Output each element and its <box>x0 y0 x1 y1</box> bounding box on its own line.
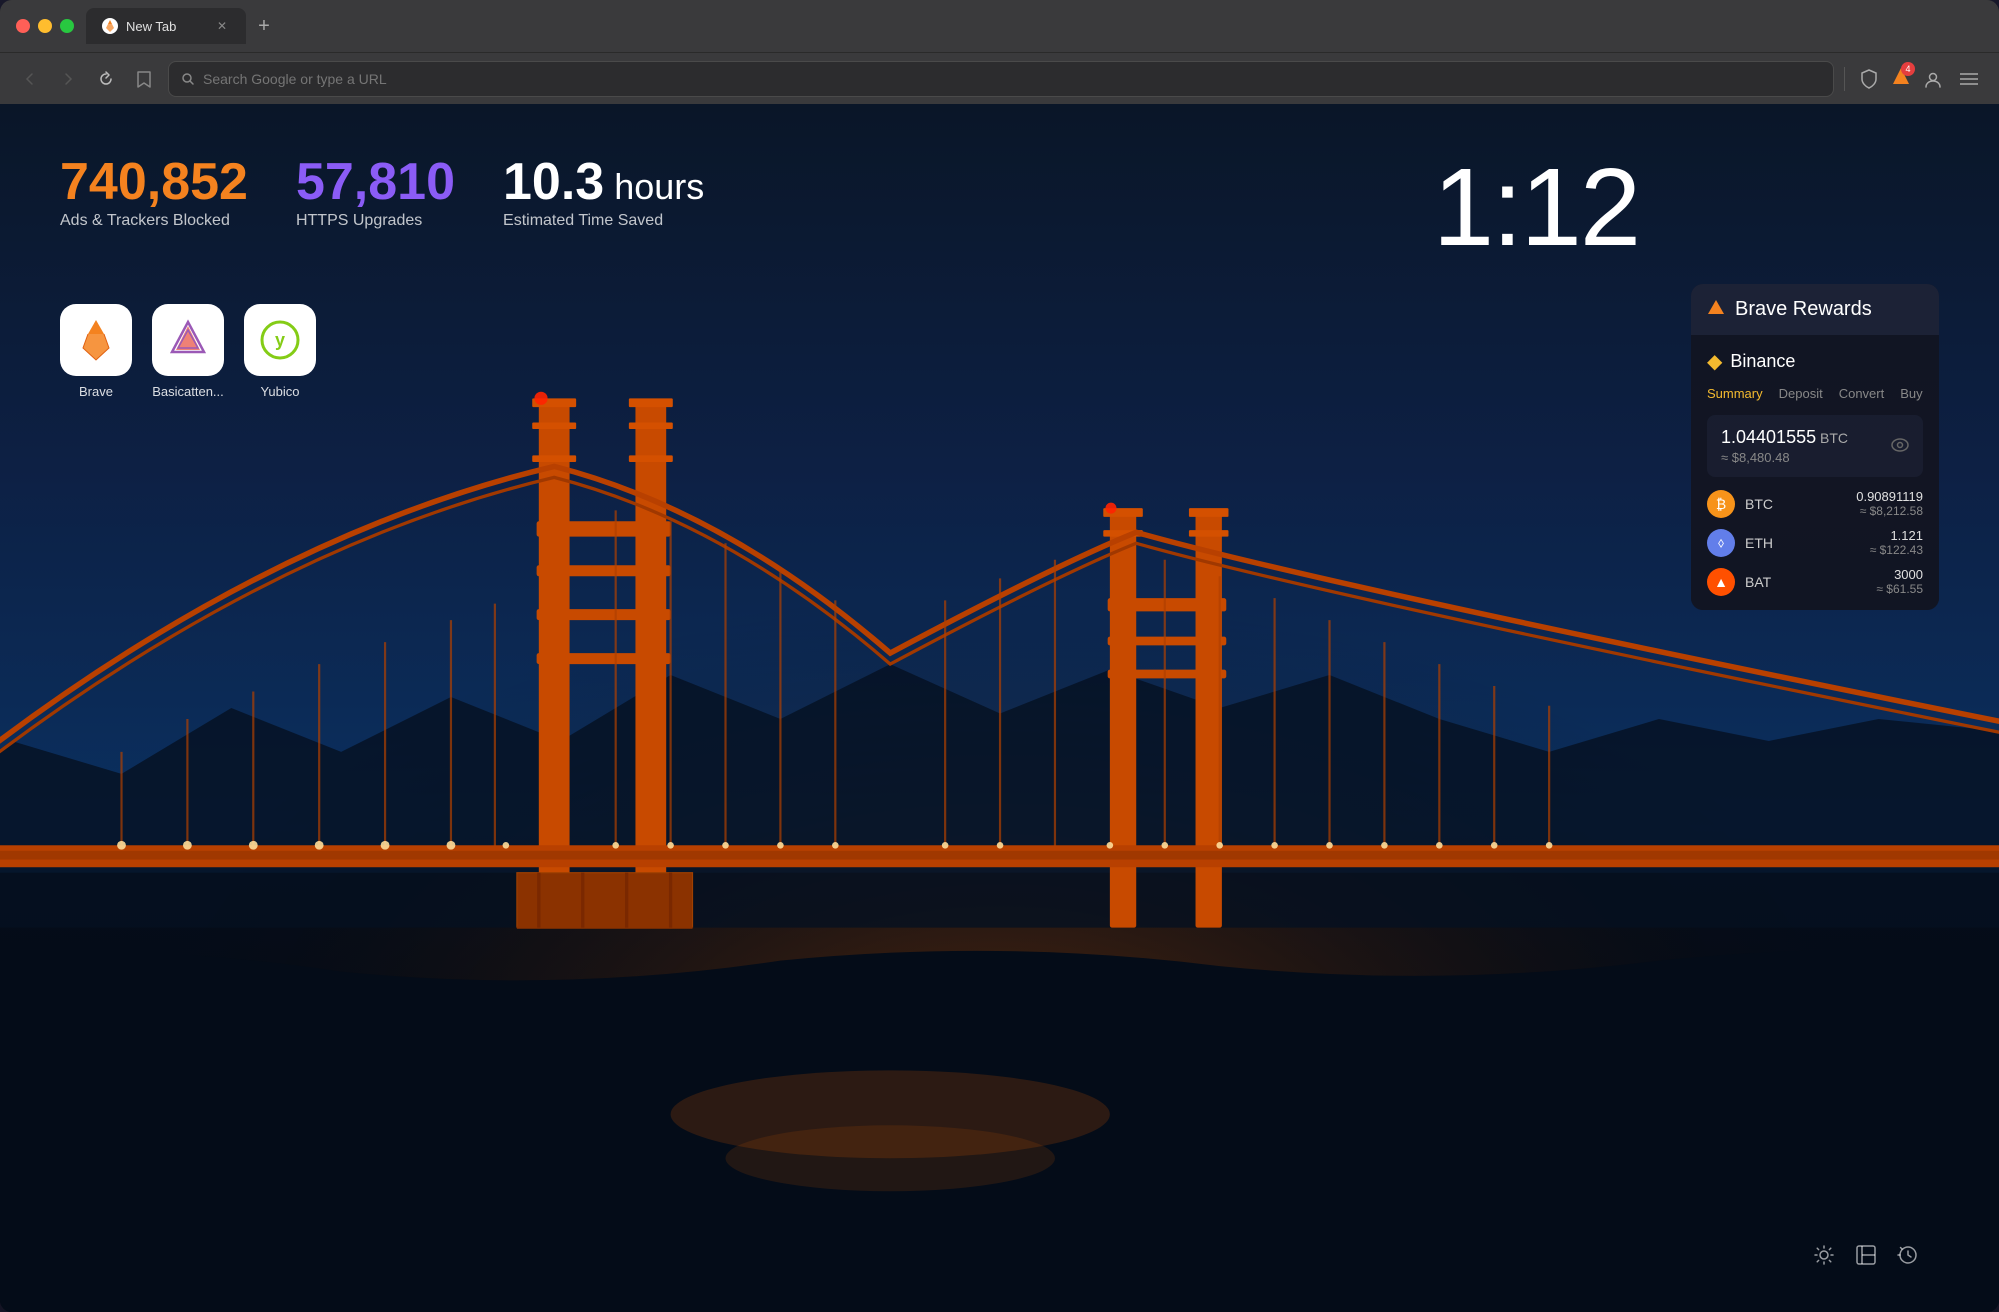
title-bar: New Tab ✕ + <box>0 0 1999 52</box>
bat-item: ▲ BAT 3000 ≈ $61.55 <box>1707 567 1923 596</box>
nav-divider <box>1844 67 1845 91</box>
history-icon[interactable] <box>1897 1244 1919 1272</box>
binance-tabs: Summary Deposit Convert Buy <box>1707 386 1923 401</box>
tab-title: New Tab <box>126 19 206 34</box>
traffic-lights <box>16 19 74 33</box>
eth-icon: ⬨ <box>1707 529 1735 557</box>
ads-blocked-stat: 740,852 Ads & Trackers Blocked <box>60 156 248 230</box>
quick-access-brave[interactable]: Brave <box>60 304 132 399</box>
binance-title: Binance <box>1730 351 1795 372</box>
svg-text:y: y <box>275 330 285 350</box>
minimize-button[interactable] <box>38 19 52 33</box>
bat-app-icon <box>152 304 224 376</box>
nav-bar: 4 <box>0 52 1999 104</box>
btc-name: BTC <box>1745 496 1846 512</box>
rewards-triangle-icon <box>1707 298 1725 321</box>
crypto-list: ₿ BTC 0.90891119 ≈ $8,212.58 ⬨ ETH 1.121 <box>1707 489 1923 596</box>
eth-values: 1.121 ≈ $122.43 <box>1870 528 1923 557</box>
rewards-widget: Brave Rewards ◆ Binance Summary Deposit … <box>1691 284 1939 610</box>
binance-tab-deposit[interactable]: Deposit <box>1779 386 1823 401</box>
btc-values: 0.90891119 ≈ $8,212.58 <box>1856 489 1923 518</box>
btc-amount: 0.90891119 <box>1856 489 1923 504</box>
bottom-icons <box>1813 1244 1919 1272</box>
close-button[interactable] <box>16 19 30 33</box>
quick-access-section: Brave Basicatten... <box>60 304 316 399</box>
quick-access-bat[interactable]: Basicatten... <box>152 304 224 399</box>
time-saved-stat: 10.3 hours Estimated Time Saved <box>503 156 704 230</box>
active-tab[interactable]: New Tab ✕ <box>86 8 246 44</box>
reload-button[interactable] <box>92 65 120 93</box>
ads-blocked-label: Ads & Trackers Blocked <box>60 212 248 230</box>
nav-right-icons: 4 <box>1855 65 1983 93</box>
rewards-badge: 4 <box>1901 62 1915 76</box>
bat-values: 3000 ≈ $61.55 <box>1876 567 1923 596</box>
tab-close-button[interactable]: ✕ <box>214 18 230 34</box>
https-upgrades-value: 57,810 <box>296 156 455 208</box>
brave-shield-button[interactable] <box>1855 65 1883 93</box>
profile-button[interactable] <box>1919 65 1947 93</box>
binance-logo-icon: ◆ <box>1707 349 1722 374</box>
btc-icon: ₿ <box>1707 490 1735 518</box>
bookmarks-icon[interactable] <box>1855 1244 1877 1272</box>
stats-section: 740,852 Ads & Trackers Blocked 57,810 HT… <box>60 156 704 230</box>
binance-tab-buy[interactable]: Buy <box>1900 386 1922 401</box>
bat-name: BAT <box>1745 574 1866 590</box>
btc-item: ₿ BTC 0.90891119 ≈ $8,212.58 <box>1707 489 1923 518</box>
binance-tab-convert[interactable]: Convert <box>1839 386 1885 401</box>
eth-amount: 1.121 <box>1870 528 1923 543</box>
back-button[interactable] <box>16 65 44 93</box>
settings-icon[interactable] <box>1813 1244 1835 1272</box>
time-saved-label: Estimated Time Saved <box>503 212 704 230</box>
menu-button[interactable] <box>1955 65 1983 93</box>
bat-amount: 3000 <box>1876 567 1923 582</box>
brave-app-icon <box>60 304 132 376</box>
balance-main: 1.04401555 BTC ≈ $8,480.48 <box>1721 427 1891 465</box>
address-bar[interactable] <box>168 61 1834 97</box>
url-input[interactable] <box>203 71 1821 87</box>
clock-display: 1:12 <box>1433 144 1639 271</box>
bat-coin-icon: ▲ <box>1707 568 1735 596</box>
rewards-nav-icon[interactable]: 4 <box>1891 66 1911 91</box>
balance-display: 1.04401555 BTC ≈ $8,480.48 <box>1707 415 1923 477</box>
bat-usd: ≈ $61.55 <box>1876 582 1923 596</box>
search-icon <box>181 72 195 86</box>
browser-window: New Tab ✕ + 4 <box>0 0 1999 1312</box>
balance-usd: ≈ $8,480.48 <box>1721 450 1891 465</box>
binance-header: ◆ Binance <box>1707 349 1923 374</box>
brave-icon-label: Brave <box>79 384 113 399</box>
rewards-header: Brave Rewards <box>1691 284 1939 335</box>
forward-button[interactable] <box>54 65 82 93</box>
tab-favicon-icon <box>102 18 118 34</box>
balance-value: 1.04401555 BTC <box>1721 427 1891 448</box>
ads-blocked-value: 740,852 <box>60 156 248 208</box>
tab-area: New Tab ✕ + <box>86 8 1983 44</box>
https-upgrades-stat: 57,810 HTTPS Upgrades <box>296 156 455 230</box>
bat-icon-label: Basicatten... <box>152 384 224 399</box>
yubico-app-icon: y <box>244 304 316 376</box>
rewards-title: Brave Rewards <box>1735 298 1872 321</box>
eth-usd: ≈ $122.43 <box>1870 543 1923 557</box>
eye-icon[interactable] <box>1891 436 1909 457</box>
binance-section: ◆ Binance Summary Deposit Convert Buy 1.… <box>1691 335 1939 610</box>
quick-access-yubico[interactable]: y Yubico <box>244 304 316 399</box>
eth-name: ETH <box>1745 535 1860 551</box>
btc-usd: ≈ $8,212.58 <box>1856 504 1923 518</box>
eth-item: ⬨ ETH 1.121 ≈ $122.43 <box>1707 528 1923 557</box>
new-tab-button[interactable]: + <box>250 12 278 40</box>
https-upgrades-label: HTTPS Upgrades <box>296 212 455 230</box>
bookmark-button[interactable] <box>130 65 158 93</box>
yubico-icon-label: Yubico <box>260 384 299 399</box>
time-saved-value: 10.3 hours <box>503 156 704 208</box>
maximize-button[interactable] <box>60 19 74 33</box>
main-content: 740,852 Ads & Trackers Blocked 57,810 HT… <box>0 104 1999 1312</box>
binance-tab-summary[interactable]: Summary <box>1707 386 1763 401</box>
